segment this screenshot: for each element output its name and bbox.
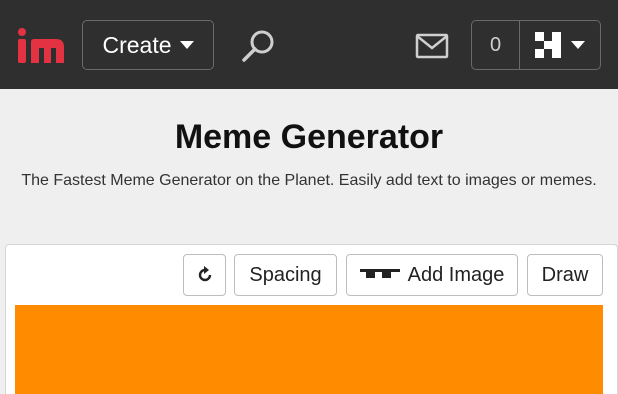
chevron-down-icon [179,41,194,49]
rotate-icon [198,266,211,282]
create-button-label: Create [102,31,172,58]
search-icon[interactable] [238,26,278,66]
draw-button-label: Draw [541,263,589,286]
sunglasses-icon [359,269,400,278]
user-controls: 0 [471,20,601,70]
avatar-icon [535,32,561,58]
create-menu-button[interactable]: Create [82,20,214,70]
user-menu-button[interactable] [520,21,600,69]
chevron-down-icon [571,41,585,49]
page-title: Meme Generator [174,118,444,156]
notification-count[interactable]: 0 [472,21,520,69]
rotate-button[interactable] [183,254,226,296]
add-image-button[interactable]: Add Image [346,254,518,296]
imgflip-logo[interactable] [16,27,66,65]
draw-button[interactable]: Draw [527,254,603,296]
spacing-button[interactable]: Spacing [234,254,337,296]
meme-canvas[interactable] [15,305,603,394]
top-navigation-bar: Create 0 [0,0,618,89]
mail-icon[interactable] [415,33,449,59]
page-subtitle: The Fastest Meme Generator on the Planet… [21,172,597,189]
spacing-button-label: Spacing [249,263,322,286]
add-image-button-label: Add Image [407,263,505,286]
